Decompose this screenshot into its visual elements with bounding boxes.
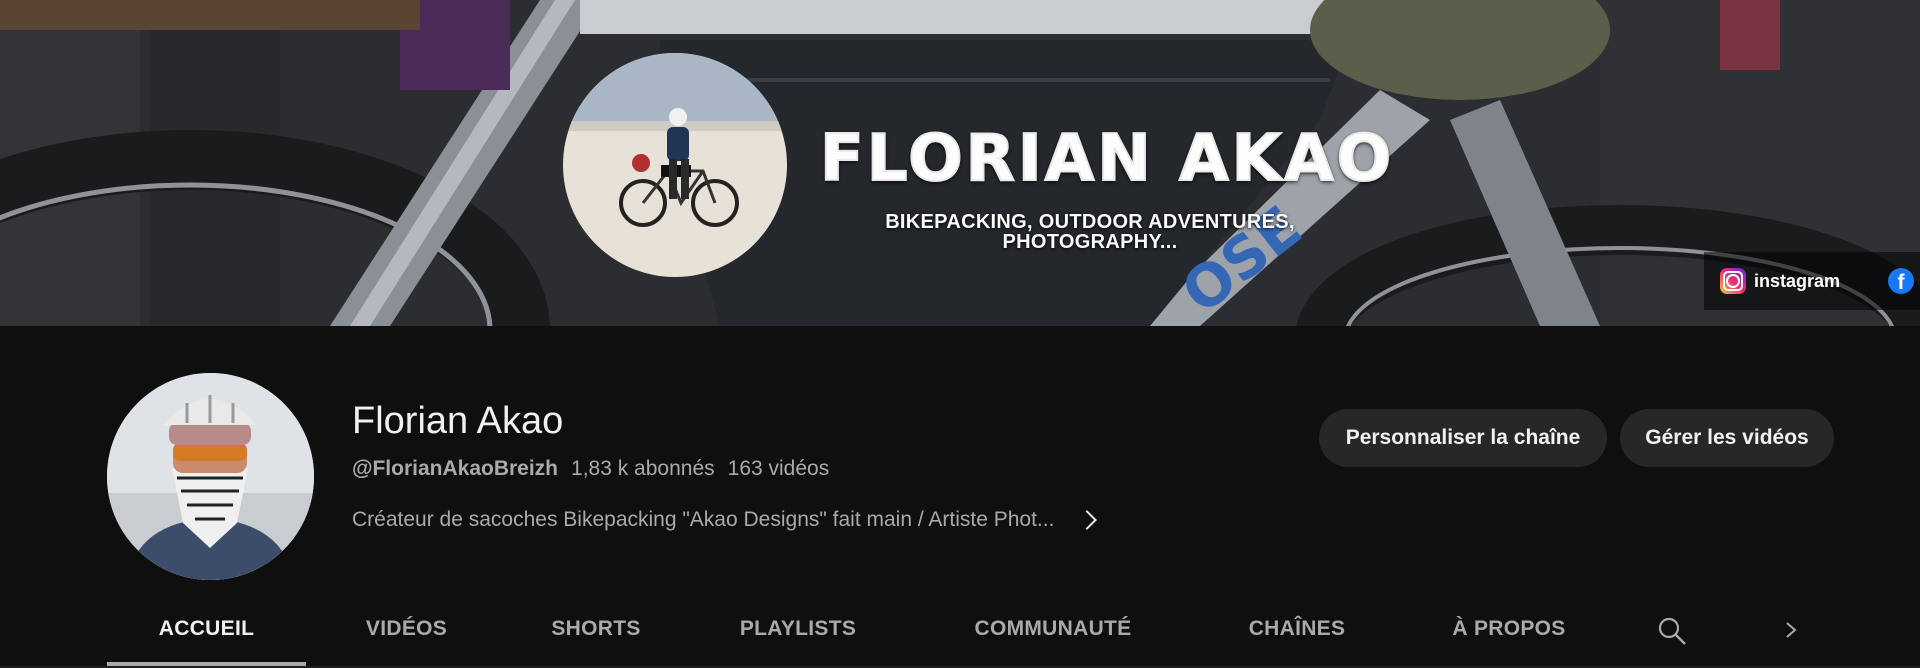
tab-communaute[interactable]: COMMUNAUTÉ [950, 600, 1156, 666]
tab-videos[interactable]: VIDÉOS [340, 600, 473, 666]
tab-chaines[interactable]: CHAÎNES [1218, 600, 1376, 666]
banner-subtitle: BIKEPACKING, OUTDOOR ADVENTURES, PHOTOGR… [840, 212, 1340, 252]
chevron-right-icon[interactable] [1783, 622, 1799, 638]
tab-accueil[interactable]: ACCUEIL [107, 600, 306, 666]
banner-subtitle-line-2: PHOTOGRAPHY... [1002, 231, 1178, 253]
channel-meta: @FlorianAkaoBreizh 1,83 k abonnés 163 vi… [352, 457, 829, 481]
channel-handle: @FlorianAkaoBreizh [352, 457, 559, 480]
channel-description[interactable]: Créateur de sacoches Bikepacking "Akao D… [352, 508, 1098, 532]
instagram-link[interactable]: instagram [1720, 268, 1840, 294]
video-count: 163 vidéos [727, 457, 830, 480]
channel-description-text: Créateur de sacoches Bikepacking "Akao D… [352, 508, 1055, 531]
banner-links: instagram f [1704, 252, 1920, 310]
banner-profile-photo [563, 53, 787, 277]
chevron-right-icon [1077, 510, 1098, 530]
channel-tabs: ACCUEIL VIDÉOS SHORTS PLAYLISTS COMMUNAU… [107, 600, 1827, 668]
tab-playlists[interactable]: PLAYLISTS [713, 600, 883, 666]
banner-subtitle-line-1: BIKEPACKING, OUTDOOR ADVENTURES, [885, 211, 1295, 233]
search-icon[interactable] [1657, 616, 1687, 646]
tab-shorts[interactable]: SHORTS [525, 600, 667, 666]
channel-name: Florian Akao [352, 400, 564, 442]
instagram-icon [1720, 268, 1746, 294]
subscriber-count: 1,83 k abonnés [571, 457, 715, 480]
channel-banner: OSE FLORIAN AKAO BIKEPACKING, OUTDOOR AD… [0, 0, 1920, 326]
customize-channel-button[interactable]: Personnaliser la chaîne [1319, 409, 1607, 467]
instagram-link-label: instagram [1754, 270, 1841, 291]
banner-title: FLORIAN AKAO [819, 121, 1395, 197]
tab-a-propos[interactable]: À PROPOS [1424, 600, 1594, 666]
manage-videos-button[interactable]: Gérer les vidéos [1620, 409, 1834, 467]
channel-avatar[interactable] [107, 373, 314, 580]
facebook-icon[interactable]: f [1888, 268, 1914, 294]
